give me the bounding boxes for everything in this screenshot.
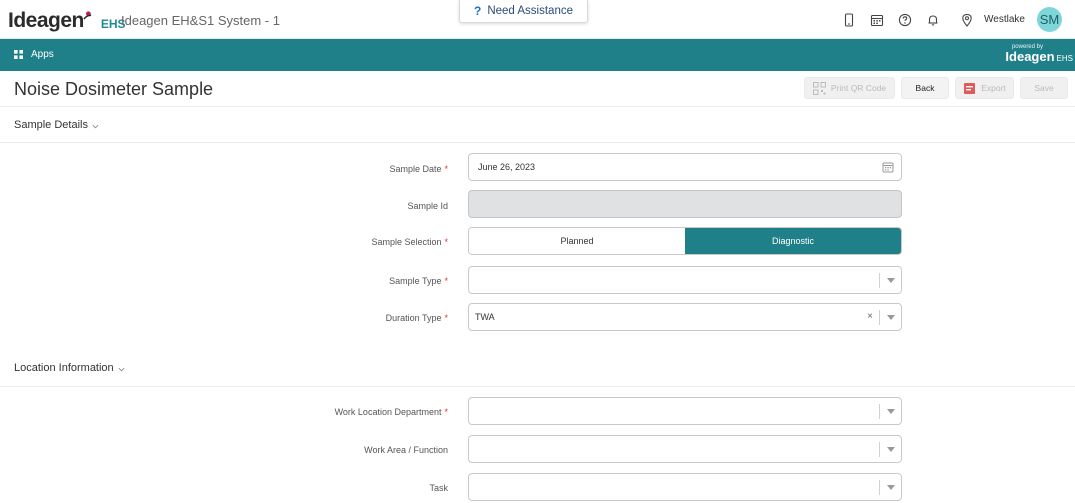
required-marker: *	[444, 164, 448, 174]
apps-label: Apps	[31, 49, 54, 60]
planned-option[interactable]: Planned	[469, 228, 685, 254]
need-assistance-button[interactable]: ? Need Assistance	[459, 0, 588, 23]
powered-brand: Ideagen EHS	[1005, 50, 1073, 66]
location-pin-icon[interactable]	[953, 6, 981, 34]
work-area-function-label-text: Work Area / Function	[364, 445, 448, 455]
sample-details-title: Sample Details	[14, 119, 88, 131]
export-pdf-icon	[964, 82, 976, 94]
sample-selection-toggle: Planned Diagnostic	[468, 227, 902, 255]
required-marker: *	[444, 237, 448, 247]
apps-button[interactable]: Apps	[14, 49, 54, 60]
apps-grid-icon	[14, 50, 23, 59]
dropdown-arrow-icon[interactable]	[887, 278, 895, 283]
dropdown-arrow-icon[interactable]	[887, 315, 895, 320]
need-assistance-label: Need Assistance	[487, 5, 573, 17]
print-qr-code-button[interactable]: Print QR Code	[804, 77, 895, 99]
diagnostic-option[interactable]: Diagnostic	[685, 228, 901, 254]
sample-date-label: Sample Date *	[389, 164, 448, 174]
duration-type-label-text: Duration Type	[385, 313, 442, 323]
sample-date-value: June 26, 2023	[478, 162, 536, 172]
location-label[interactable]: Westlake	[984, 14, 1025, 25]
required-marker: *	[444, 407, 448, 417]
chevron-down-icon	[118, 367, 125, 371]
mobile-device-icon[interactable]	[835, 6, 863, 34]
clear-selection-icon[interactable]: ×	[867, 311, 873, 322]
title-divider	[0, 106, 1075, 107]
qr-code-icon	[812, 81, 826, 95]
export-label: Export	[981, 83, 1006, 93]
work-area-function-select[interactable]	[468, 435, 902, 463]
logo-main-text: Ideagen	[8, 9, 84, 32]
action-toolbar: Print QR Code Back Export Save	[798, 77, 1068, 99]
work-area-function-label: Work Area / Function	[364, 445, 448, 455]
dropdown-separator	[879, 310, 880, 325]
sample-type-select[interactable]	[468, 266, 902, 294]
task-label-text: Task	[429, 483, 448, 493]
print-qr-code-label: Print QR Code	[830, 83, 887, 93]
dropdown-arrow-icon[interactable]	[887, 485, 895, 490]
location-information-section-toggle[interactable]: Location Information	[14, 362, 125, 374]
powered-brand-sub: EHS	[1056, 54, 1073, 63]
sample-id-label: Sample Id	[407, 201, 448, 211]
powered-brand-name: Ideagen	[1005, 49, 1055, 64]
section-divider	[0, 142, 1075, 143]
ideagen-logo[interactable]: Ideagen EHS	[8, 8, 126, 32]
logo-mark-icon	[83, 11, 92, 20]
page-title: Noise Dosimeter Sample	[14, 79, 214, 99]
task-label: Task	[429, 483, 448, 493]
work-location-department-select[interactable]	[468, 397, 902, 425]
calendar-icon[interactable]	[863, 6, 891, 34]
save-button[interactable]: Save	[1020, 77, 1068, 99]
user-avatar[interactable]: SM	[1037, 7, 1062, 32]
dropdown-arrow-icon[interactable]	[887, 447, 895, 452]
powered-by-logo: powered by Ideagen EHS	[1005, 44, 1073, 66]
location-information-title: Location Information	[14, 362, 114, 374]
work-location-department-label-text: Work Location Department	[334, 407, 442, 417]
required-marker: *	[444, 313, 448, 323]
dropdown-arrow-icon[interactable]	[887, 409, 895, 414]
duration-type-value: TWA	[475, 312, 495, 322]
section-divider	[0, 386, 1075, 387]
sample-type-label: Sample Type *	[389, 276, 448, 286]
export-button[interactable]: Export	[955, 77, 1014, 99]
sample-selection-label: Sample Selection *	[371, 237, 448, 247]
sample-details-section-toggle[interactable]: Sample Details	[14, 119, 99, 131]
sample-id-input	[468, 190, 902, 218]
task-select[interactable]	[468, 473, 902, 501]
help-icon[interactable]	[891, 6, 919, 34]
question-icon: ?	[473, 4, 482, 18]
dropdown-separator	[879, 404, 880, 419]
duration-type-select[interactable]: TWA ×	[468, 303, 902, 331]
dropdown-separator	[879, 480, 880, 495]
system-title: Ideagen EH&S1 System - 1	[121, 13, 280, 28]
sample-date-input[interactable]: June 26, 2023	[468, 153, 902, 181]
header-icon-group: Westlake SM	[835, 0, 1075, 39]
back-label: Back	[915, 83, 935, 93]
sample-type-label-text: Sample Type	[389, 276, 442, 286]
top-header: Ideagen EHS Ideagen EH&S1 System - 1 ? N…	[0, 0, 1075, 39]
calendar-icon[interactable]	[882, 161, 894, 173]
back-button[interactable]: Back	[901, 77, 949, 99]
work-location-department-label: Work Location Department *	[335, 407, 448, 417]
bell-icon[interactable]	[919, 6, 947, 34]
sample-selection-label-text: Sample Selection	[371, 237, 442, 247]
dropdown-separator	[879, 442, 880, 457]
sample-date-label-text: Sample Date	[389, 164, 442, 174]
sample-id-label-text: Sample Id	[407, 201, 448, 211]
dropdown-separator	[879, 273, 880, 288]
save-label: Save	[1034, 83, 1054, 93]
apps-bar: Apps powered by Ideagen EHS	[0, 39, 1075, 71]
chevron-down-icon	[92, 124, 99, 128]
required-marker: *	[444, 276, 448, 286]
duration-type-label: Duration Type *	[386, 313, 448, 323]
